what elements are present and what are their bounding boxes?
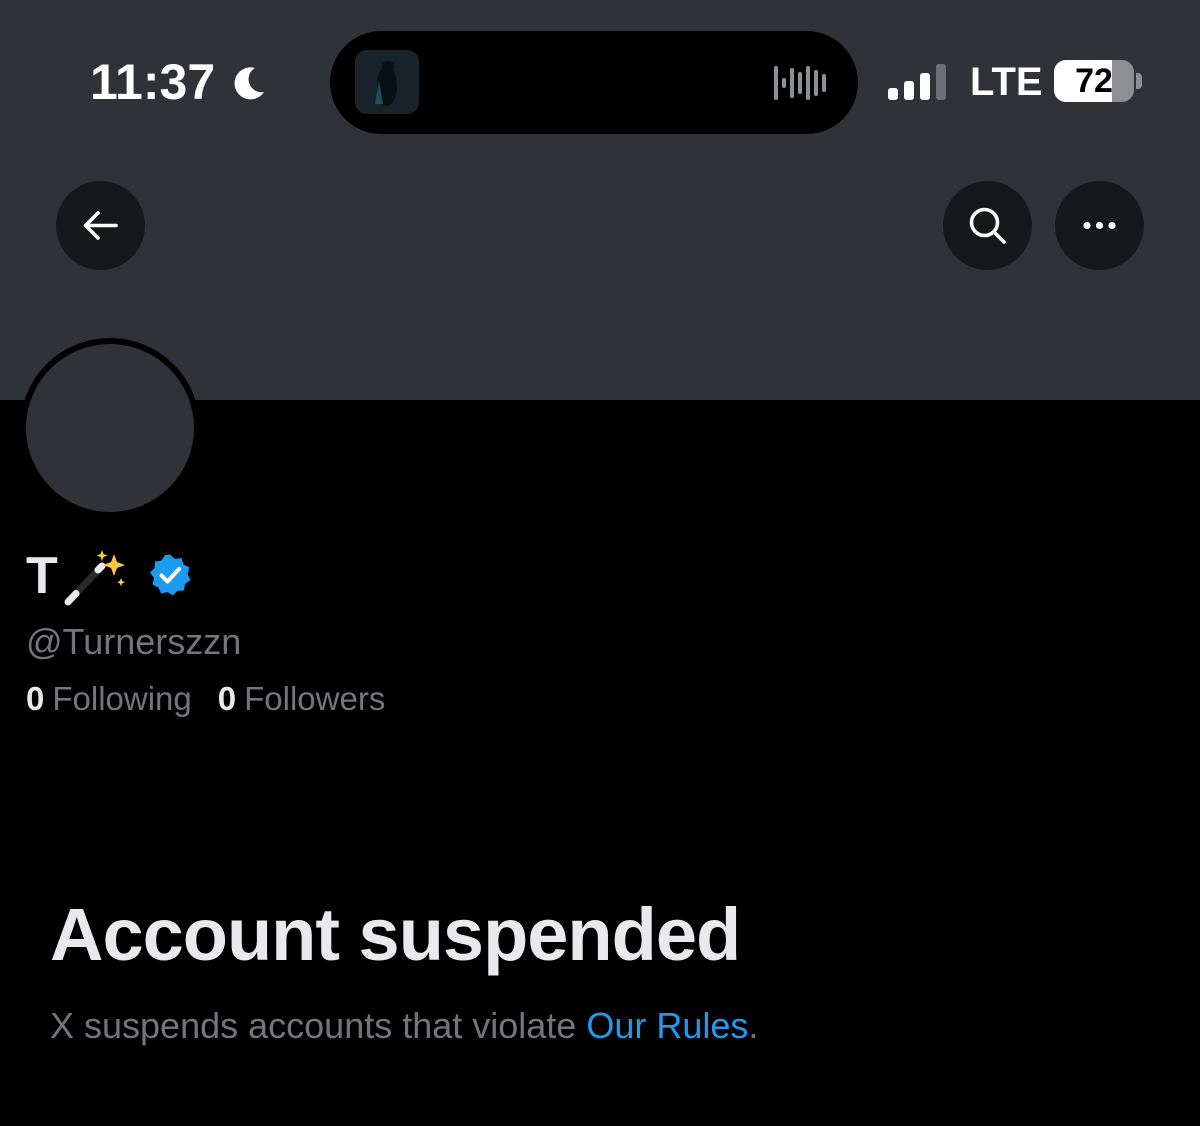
magic-wand-icon xyxy=(64,550,125,606)
moon-icon xyxy=(234,67,264,100)
followers-stat[interactable]: 0 Followers xyxy=(218,677,386,721)
following-label: Following xyxy=(52,680,192,717)
our-rules-link[interactable]: Our Rules xyxy=(586,1005,748,1046)
profile-page: 11:37 LTE 72 T @Turnerszzn 0 Following 0… xyxy=(0,0,1200,1126)
battery-cap xyxy=(1136,73,1142,89)
avatar[interactable] xyxy=(20,338,200,518)
now-playing-artwork[interactable] xyxy=(355,50,419,114)
suspended-period: . xyxy=(748,1005,759,1046)
dynamic-island[interactable] xyxy=(330,31,858,134)
more-dots-icon xyxy=(1083,221,1116,230)
network-label: LTE xyxy=(970,60,1043,104)
battery-icon: 72 xyxy=(1054,60,1134,102)
followers-count: 0 xyxy=(217,680,237,717)
status-time: 11:37 xyxy=(90,54,216,110)
verified-badge-icon[interactable] xyxy=(148,553,192,597)
suspended-text: X suspends accounts that violate xyxy=(50,1005,577,1046)
display-name: T xyxy=(26,547,58,605)
following-stat[interactable]: 0 Following xyxy=(26,677,192,721)
signal-icon xyxy=(888,64,946,100)
suspended-description: X suspends accounts that violate Our Rul… xyxy=(50,1004,758,1048)
back-button[interactable] xyxy=(56,181,145,270)
more-options-button[interactable] xyxy=(1055,181,1144,270)
search-icon xyxy=(969,207,1006,244)
battery-percent: 72 xyxy=(1075,62,1113,100)
follow-stats: 0 Following 0 Followers xyxy=(26,677,385,721)
suspended-title: Account suspended xyxy=(50,893,741,976)
following-count: 0 xyxy=(26,680,45,717)
followers-label: Followers xyxy=(244,680,386,717)
search-button[interactable] xyxy=(943,181,1032,270)
arrow-left-icon xyxy=(83,211,118,240)
user-handle: @Turnerszzn xyxy=(26,621,242,662)
waveform-icon xyxy=(774,66,826,100)
